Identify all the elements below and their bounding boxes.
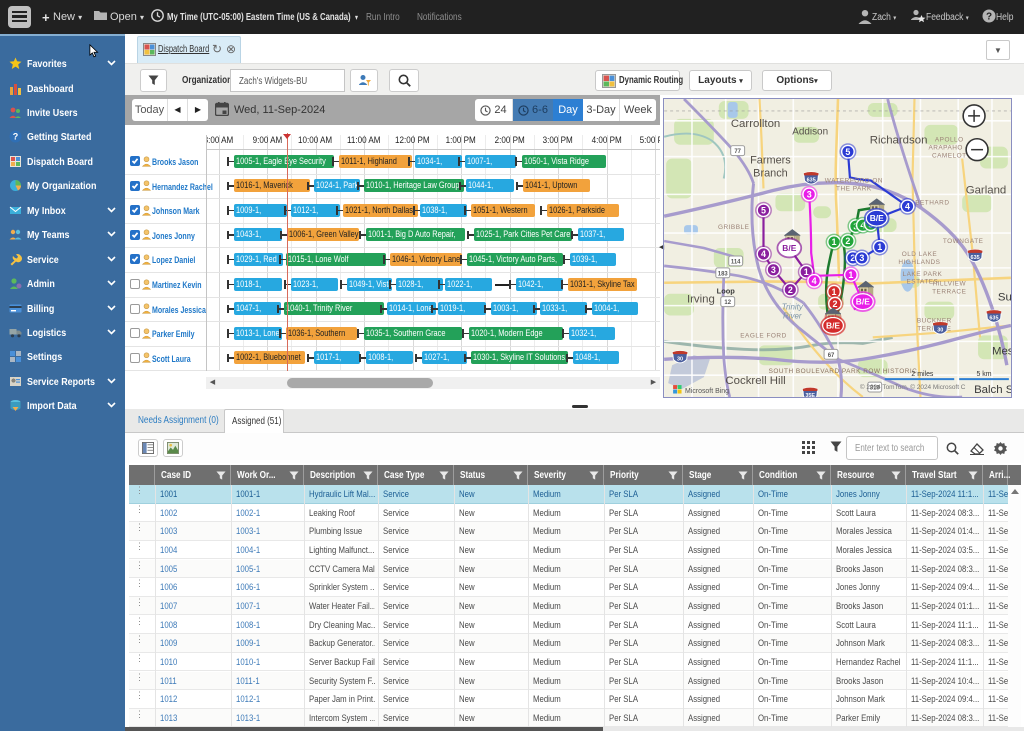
svg-text:1: 1 xyxy=(832,237,837,247)
svg-text:CAMELOT: CAMELOT xyxy=(932,153,967,160)
svg-text:114: 114 xyxy=(731,259,741,265)
svg-text:© 2024 TomTom, © 2024 Microsof: © 2024 TomTom, © 2024 Microsoft C xyxy=(860,383,966,391)
svg-text:GRIBBLE: GRIBBLE xyxy=(718,224,750,231)
svg-text:2: 2 xyxy=(788,285,793,295)
svg-text:635: 635 xyxy=(807,178,816,184)
svg-text:Balch Sp: Balch Sp xyxy=(974,384,1012,396)
svg-text:2: 2 xyxy=(833,299,838,309)
svg-text:LAKE PARK: LAKE PARK xyxy=(903,271,943,278)
svg-text:EAGLE FORD: EAGLE FORD xyxy=(740,332,786,339)
svg-text:TOWNGATE: TOWNGATE xyxy=(943,238,984,245)
svg-text:TERRACE: TERRACE xyxy=(932,289,966,296)
svg-text:77: 77 xyxy=(734,149,741,155)
svg-text:Loop: Loop xyxy=(717,287,736,296)
svg-text:67: 67 xyxy=(828,353,835,359)
svg-text:B/E: B/E xyxy=(826,320,840,330)
svg-text:B/E: B/E xyxy=(870,213,884,223)
svg-text:ARAPAHO &: ARAPAHO & xyxy=(928,145,970,152)
svg-text:3: 3 xyxy=(807,190,812,200)
svg-text:4: 4 xyxy=(761,249,766,259)
svg-text:HIGHLANDS: HIGHLANDS xyxy=(898,259,940,266)
svg-text:HILLVIEW: HILLVIEW xyxy=(932,281,966,288)
svg-text:3: 3 xyxy=(771,265,776,275)
svg-text:Carrollton: Carrollton xyxy=(731,118,780,130)
svg-text:3: 3 xyxy=(859,253,864,263)
svg-text:Su: Su xyxy=(998,292,1012,304)
svg-text:2 miles: 2 miles xyxy=(911,371,934,378)
svg-text:SOUTH BOULEVARD PARK ROW HIST: SOUTH BOULEVARD PARK ROW HISTORIC xyxy=(769,368,918,375)
svg-text:5: 5 xyxy=(761,205,766,215)
svg-text:30: 30 xyxy=(677,356,683,362)
svg-text:Mes: Mes xyxy=(992,345,1012,357)
svg-text:12: 12 xyxy=(724,300,731,306)
svg-text:?: ? xyxy=(13,132,19,142)
svg-text:Irving: Irving xyxy=(687,294,715,306)
svg-text:Garland: Garland xyxy=(966,184,1007,196)
svg-text:BETHARD: BETHARD xyxy=(915,199,949,206)
svg-text:183: 183 xyxy=(718,271,729,277)
svg-text:4: 4 xyxy=(905,201,910,211)
svg-text:5: 5 xyxy=(845,147,850,157)
svg-text:1: 1 xyxy=(848,270,853,280)
svg-text:Farmers: Farmers xyxy=(750,155,791,167)
svg-text:635: 635 xyxy=(989,316,998,322)
svg-text:OLD LAKE: OLD LAKE xyxy=(902,251,938,258)
svg-text:APOLLO: APOLLO xyxy=(935,137,964,144)
svg-text:635: 635 xyxy=(971,255,980,261)
svg-text:THE PARK: THE PARK xyxy=(836,185,872,192)
svg-text:Cockrell Hill: Cockrell Hill xyxy=(725,375,785,387)
svg-text:Branch: Branch xyxy=(753,167,788,179)
svg-text:5 km: 5 km xyxy=(976,371,991,378)
svg-text:Trinity: Trinity xyxy=(782,303,804,312)
svg-text:WATERFORD ON: WATERFORD ON xyxy=(825,177,883,184)
svg-text:?: ? xyxy=(986,12,992,23)
svg-text:Microsoft Bing: Microsoft Bing xyxy=(685,388,729,395)
svg-text:1: 1 xyxy=(877,242,882,252)
svg-text:River: River xyxy=(783,312,802,321)
svg-text:B/E: B/E xyxy=(782,243,796,253)
svg-text:Richardson: Richardson xyxy=(870,135,928,147)
svg-text:30: 30 xyxy=(937,328,943,334)
svg-text:2: 2 xyxy=(845,236,850,246)
svg-text:4: 4 xyxy=(812,276,817,286)
svg-text:Addison: Addison xyxy=(792,127,828,138)
svg-text:B/E: B/E xyxy=(856,297,870,307)
